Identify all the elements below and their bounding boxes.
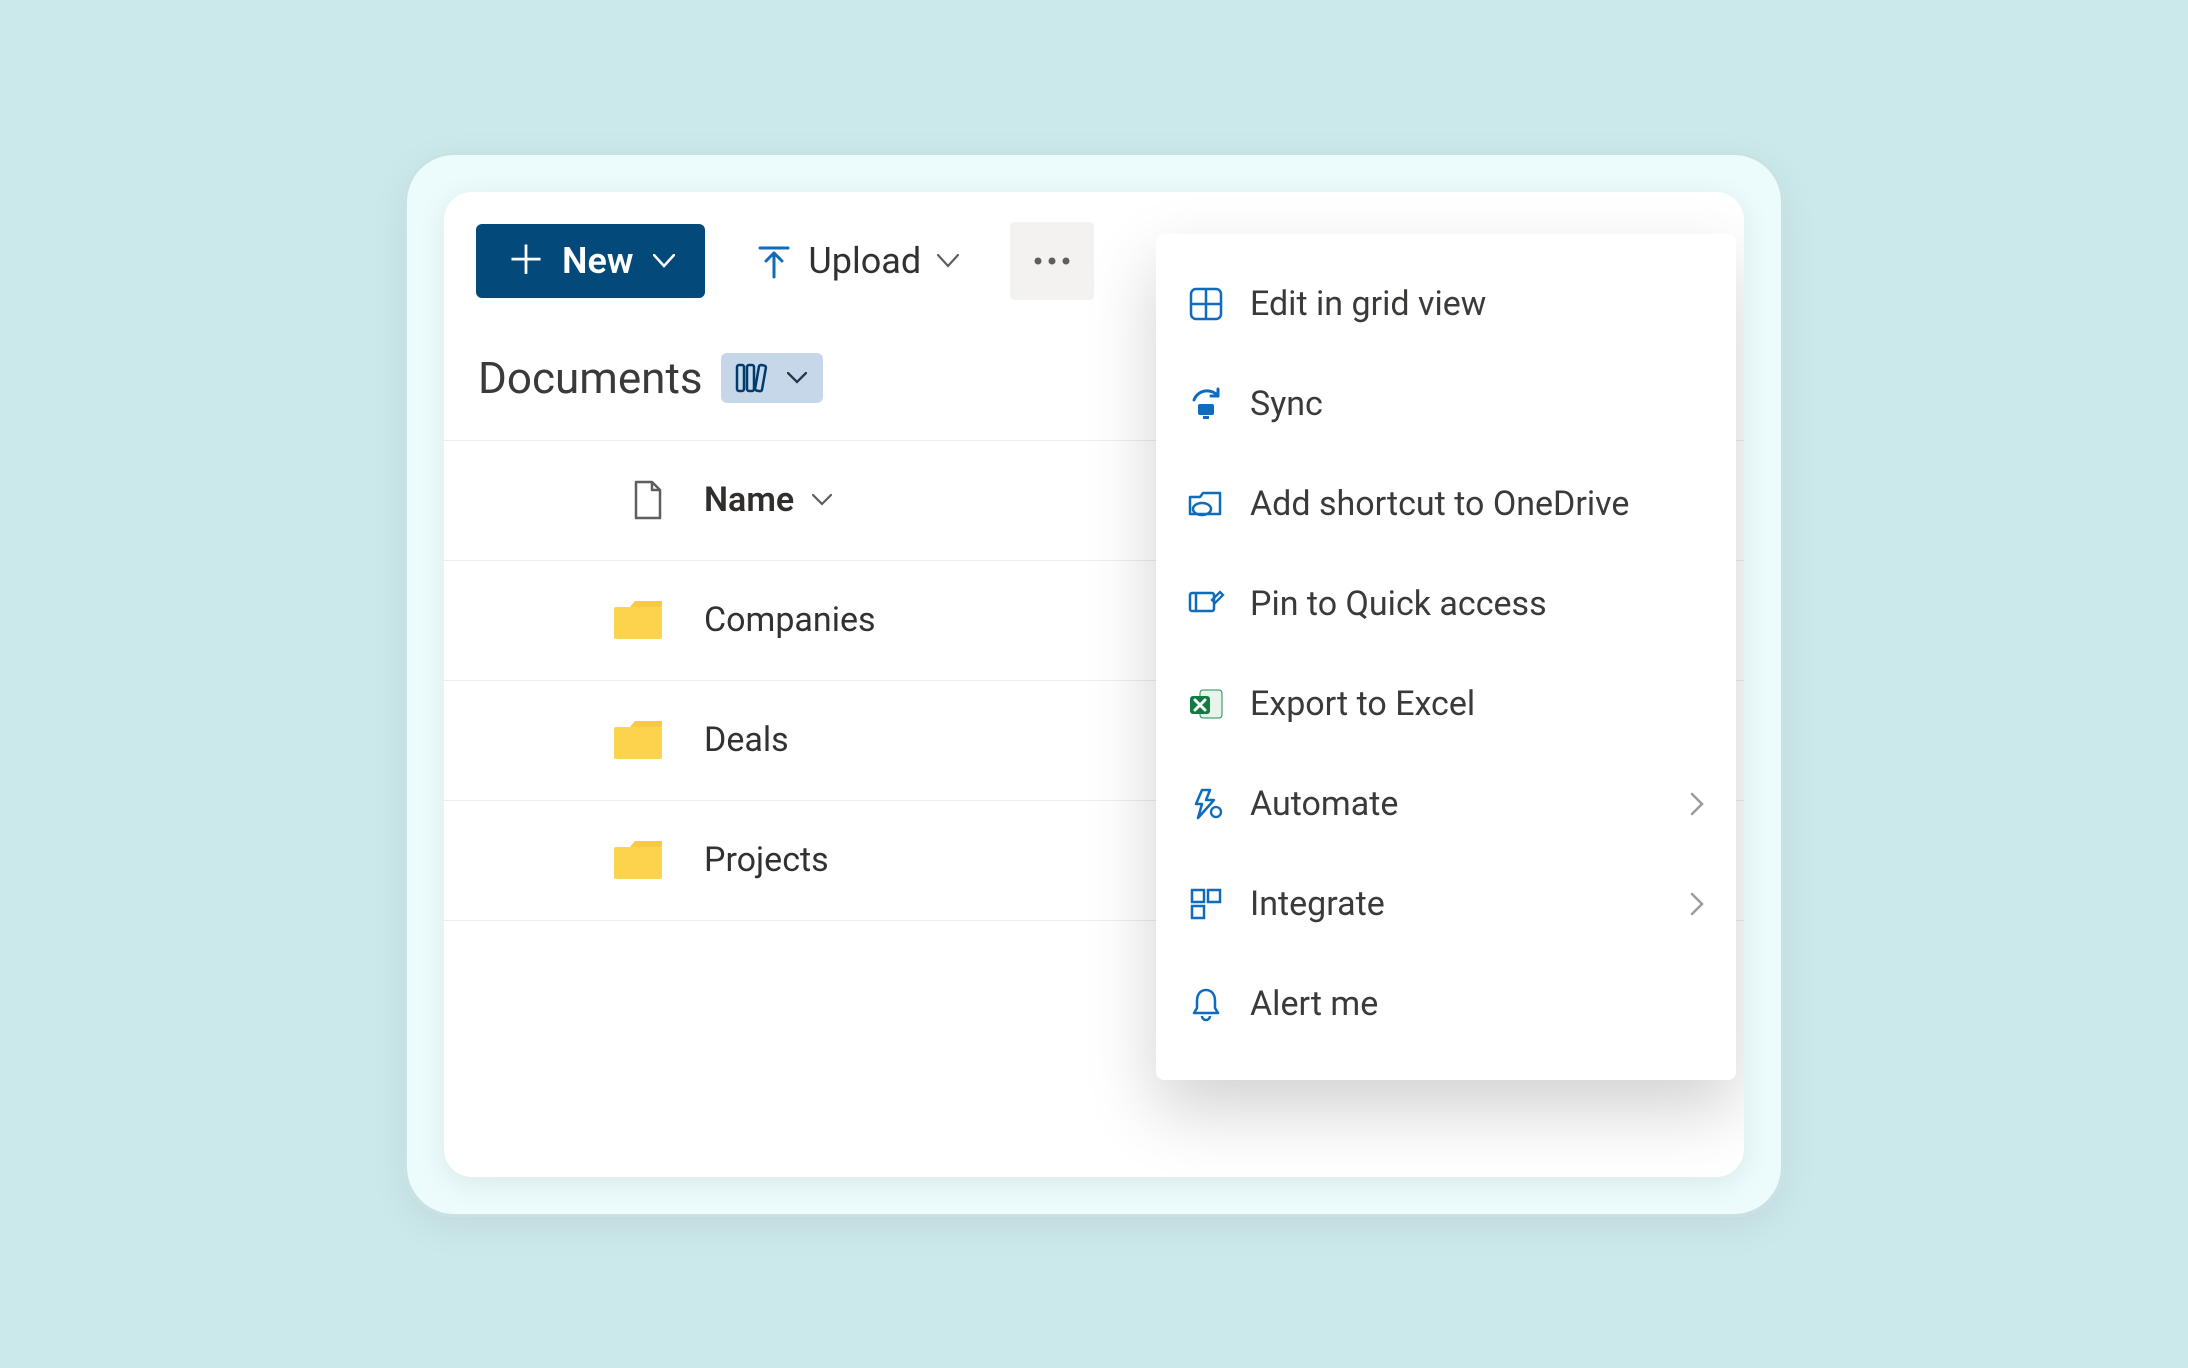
automate-icon xyxy=(1186,784,1226,824)
new-button[interactable]: ＋ New xyxy=(476,224,705,298)
menu-edit-in-grid-view[interactable]: Edit in grid view xyxy=(1156,254,1736,354)
column-header-label: Name xyxy=(704,480,794,520)
menu-item-label: Integrate xyxy=(1250,884,1385,924)
chevron-right-icon xyxy=(1690,792,1704,816)
column-header-name[interactable]: Name xyxy=(704,480,1224,520)
menu-item-label: Sync xyxy=(1250,384,1323,424)
menu-item-label: Automate xyxy=(1250,784,1398,824)
menu-item-label: Pin to Quick access xyxy=(1250,584,1547,624)
upload-button-label: Upload xyxy=(808,240,921,282)
menu-item-label: Add shortcut to OneDrive xyxy=(1250,484,1629,524)
sync-icon xyxy=(1186,384,1226,424)
library-title: Documents xyxy=(478,352,703,404)
menu-automate[interactable]: Automate xyxy=(1156,754,1736,854)
excel-icon xyxy=(1186,684,1226,724)
folder-icon xyxy=(612,719,664,761)
file-icon xyxy=(632,480,664,520)
menu-item-label: Alert me xyxy=(1250,984,1378,1024)
menu-pin-quick-access[interactable]: Pin to Quick access xyxy=(1156,554,1736,654)
ellipsis-icon xyxy=(1032,255,1072,267)
menu-alert-me[interactable]: Alert me xyxy=(1156,954,1736,1054)
menu-sync[interactable]: Sync xyxy=(1156,354,1736,454)
new-button-label: New xyxy=(562,240,633,282)
columns-icon xyxy=(735,361,773,395)
plus-icon: ＋ xyxy=(506,241,546,281)
pin-icon xyxy=(1186,584,1226,624)
item-name: Companies xyxy=(704,600,876,640)
chevron-down-icon xyxy=(937,254,959,268)
item-name: Deals xyxy=(704,720,789,760)
menu-item-label: Edit in grid view xyxy=(1250,284,1486,324)
bell-icon xyxy=(1186,984,1226,1024)
chevron-right-icon xyxy=(1690,892,1704,916)
chevron-down-icon xyxy=(653,254,675,268)
grid-edit-icon xyxy=(1186,284,1226,324)
command-bar: ＋ New Upload xyxy=(444,192,1744,330)
upload-button[interactable]: Upload xyxy=(740,228,975,294)
onedrive-shortcut-icon xyxy=(1186,484,1226,524)
columns-view-dropdown[interactable] xyxy=(721,353,823,403)
folder-icon xyxy=(612,599,664,641)
column-header-type[interactable] xyxy=(444,480,704,520)
integrate-icon xyxy=(1186,884,1226,924)
menu-item-label: Export to Excel xyxy=(1250,684,1475,724)
menu-integrate[interactable]: Integrate xyxy=(1156,854,1736,954)
outer-card: ＋ New Upload xyxy=(404,152,1784,1217)
menu-add-shortcut-onedrive[interactable]: Add shortcut to OneDrive xyxy=(1156,454,1736,554)
item-name: Projects xyxy=(704,840,829,880)
chevron-down-icon xyxy=(812,494,832,506)
chevron-down-icon xyxy=(787,372,807,384)
sharepoint-window: ＋ New Upload xyxy=(444,192,1744,1177)
menu-export-excel[interactable]: Export to Excel xyxy=(1156,654,1736,754)
more-actions-menu: Edit in grid view Sync Add shortcut to O… xyxy=(1156,234,1736,1080)
folder-icon xyxy=(612,839,664,881)
upload-icon xyxy=(756,243,792,279)
more-actions-button[interactable] xyxy=(1010,222,1094,300)
